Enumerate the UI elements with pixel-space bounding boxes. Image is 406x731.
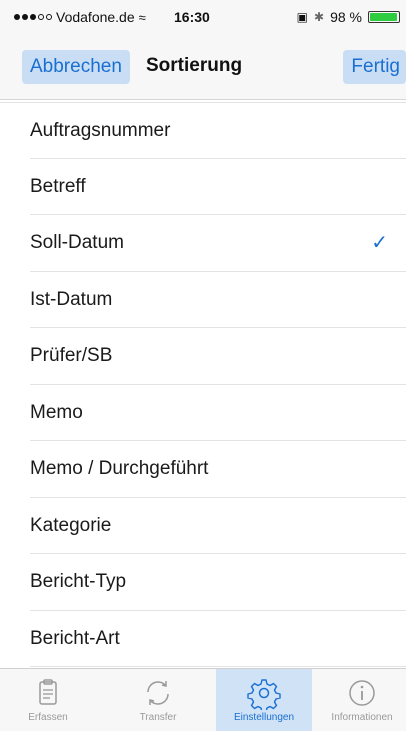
sort-option-label: Bericht-Typ <box>30 571 127 592</box>
tab-label: Informationen <box>331 712 393 723</box>
sort-option-item[interactable]: Betreff <box>0 159 406 216</box>
sort-option-item[interactable]: Prüfer/SB <box>0 328 406 385</box>
info-icon <box>345 676 379 710</box>
status-right: ▣ ✱ 98 % <box>297 9 400 25</box>
carrier-info: Vodafone.de ≈ <box>14 9 146 25</box>
carrier-name: Vodafone.de <box>56 9 135 25</box>
cancel-button[interactable]: Abbrechen <box>22 50 130 84</box>
wifi-icon: ≈ <box>138 9 146 25</box>
sort-option-item[interactable]: Memo <box>0 385 406 442</box>
sort-option-item[interactable]: Bericht-Art <box>0 611 406 668</box>
sort-option-item[interactable]: Soll-Datum ✓ <box>0 215 406 272</box>
sort-option-label: Bericht-Art <box>30 627 120 649</box>
sort-option-label: Memo <box>30 401 83 423</box>
done-button[interactable]: Fertig <box>343 50 406 84</box>
checkmark-icon: ✓ <box>371 232 388 254</box>
gear-icon <box>247 676 281 713</box>
sync-icon <box>141 676 175 710</box>
tab-bar: Erfassen Transfer Einstellungen Information… <box>0 668 406 731</box>
sort-options-list: Auftragsnummer Betreff Soll-Datum ✓ Ist-Datu… <box>0 102 406 667</box>
battery-percent: 98 % <box>330 9 362 25</box>
sort-option-item[interactable]: Bericht-Typ <box>0 554 406 611</box>
battery-level-fill <box>370 13 397 21</box>
sort-option-label: Kategorie <box>30 514 112 536</box>
tab-label: Erfassen <box>28 712 68 723</box>
bluetooth-icon: ✱ <box>314 10 325 24</box>
clipboard-icon <box>31 676 65 710</box>
tab-transfer[interactable]: Transfer <box>110 669 206 731</box>
sort-option-label: Auftragsnummer <box>30 120 171 141</box>
sort-option-item[interactable]: Ist-Datum <box>0 272 406 329</box>
sort-option-label: Betreff <box>30 175 86 197</box>
sort-option-label: Ist-Datum <box>30 288 113 310</box>
signal-strength-icon <box>14 14 52 20</box>
sort-option-item[interactable]: Kategorie <box>0 498 406 555</box>
tab-erfassen[interactable]: Erfassen <box>0 669 96 731</box>
tab-einstellungen[interactable]: Einstellungen <box>216 669 312 731</box>
sort-option-label: Soll-Datum <box>30 232 124 253</box>
page-title: Sortierung <box>146 55 243 76</box>
navigation-bar: Abbrechen Sortierung Fertig <box>0 34 406 100</box>
tab-label: Transfer <box>139 712 177 723</box>
status-time: 16:30 <box>174 9 210 25</box>
tab-informationen[interactable]: Informationen <box>314 669 406 731</box>
tab-label: Einstellungen <box>233 712 295 723</box>
status-bar: Vodafone.de ≈ 16:30 ▣ ✱ 98 % <box>0 0 406 34</box>
sort-option-label: Prüfer/SB <box>30 345 113 366</box>
sort-option-item[interactable]: Memo / Durchgeführt <box>0 441 406 498</box>
screen-mirror-icon: ▣ <box>296 10 309 24</box>
sort-option-label: Memo / Durchgeführt <box>30 458 209 479</box>
sort-option-item[interactable]: Auftragsnummer <box>0 102 406 159</box>
battery-icon <box>368 11 400 23</box>
